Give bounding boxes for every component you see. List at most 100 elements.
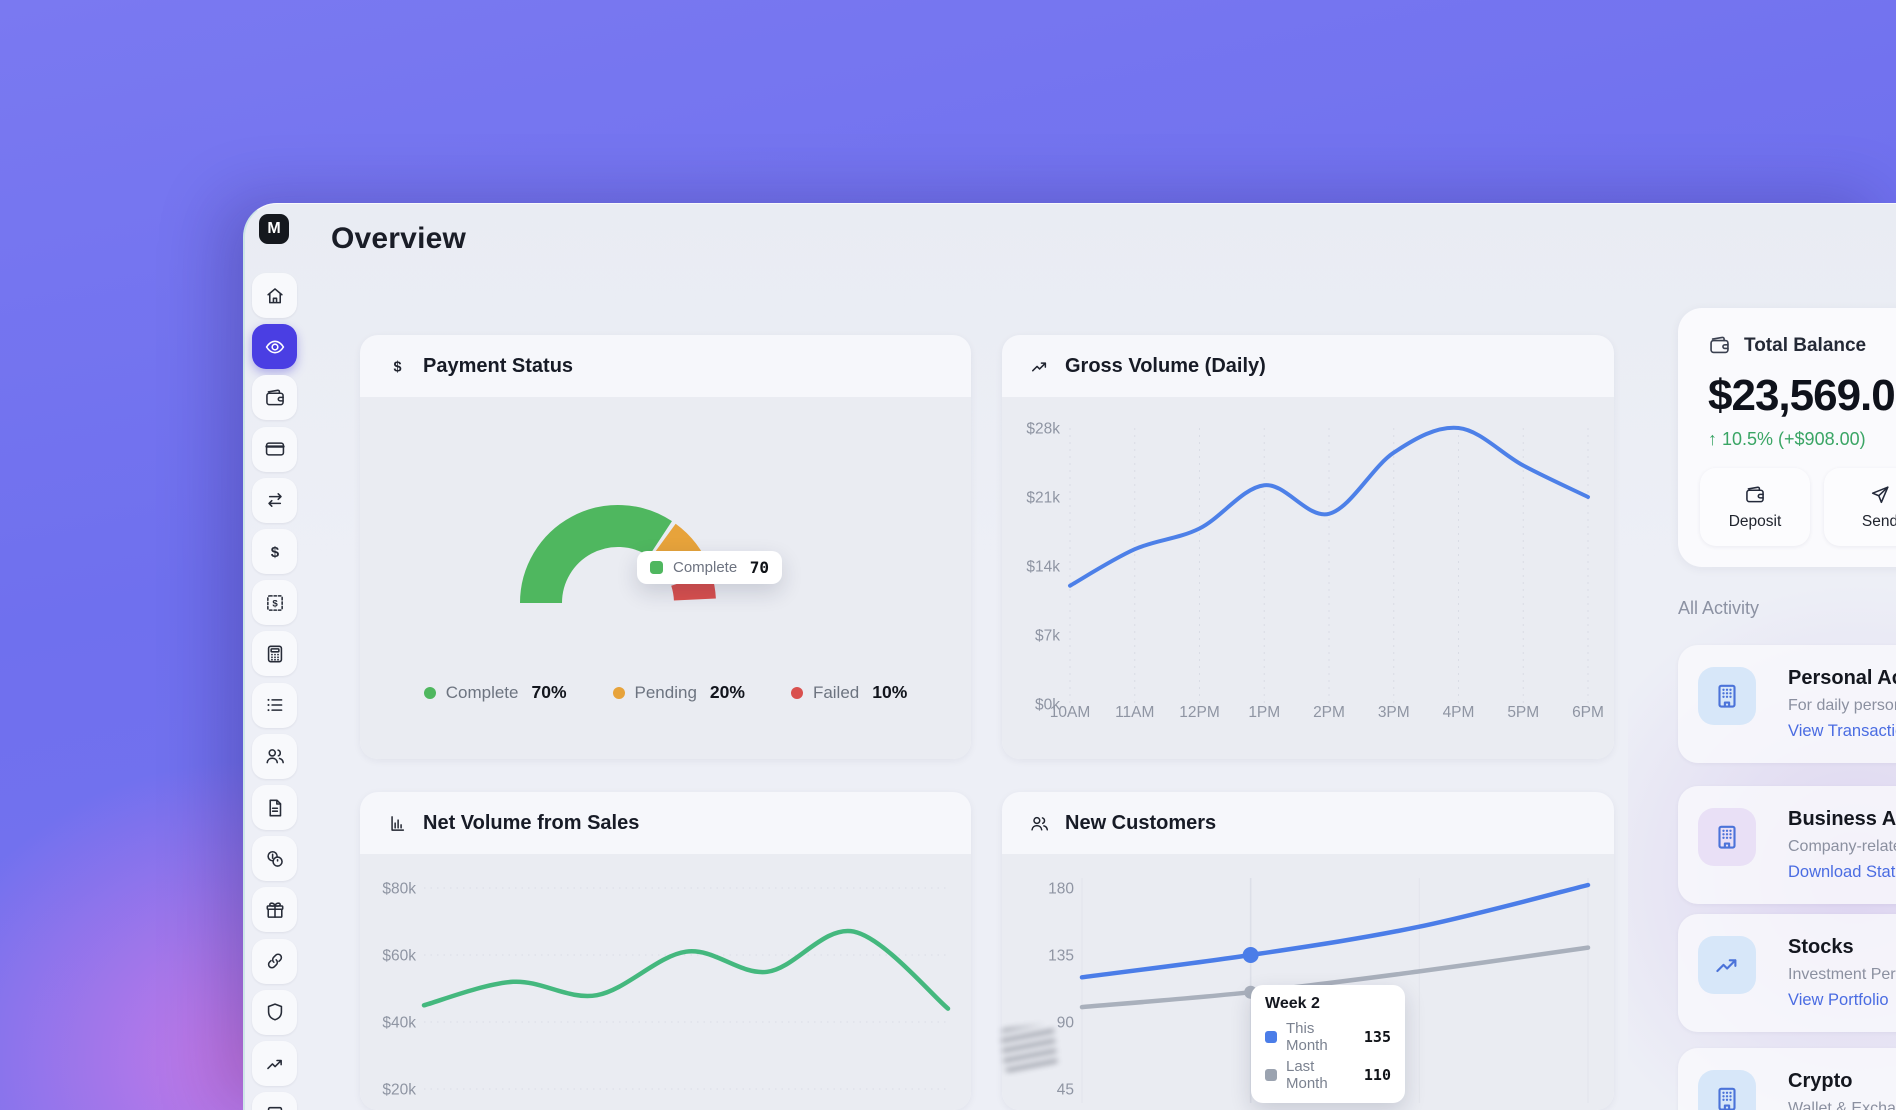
wallet-icon (264, 387, 286, 409)
gift-icon (264, 899, 286, 921)
sidebar-item-calculator[interactable] (252, 631, 297, 676)
payment-status-legend: Complete 70% Pending 20% Failed 10% (360, 682, 971, 703)
sidebar-item-devices[interactable] (252, 1092, 297, 1110)
sidebar-item-overview[interactable] (252, 324, 297, 369)
transfer-icon (264, 489, 286, 511)
activity-subtitle: For daily personal (1788, 697, 1896, 715)
activity-tile (1698, 667, 1756, 725)
sidebar-item-rewards[interactable] (252, 887, 297, 932)
activity-tile (1698, 1070, 1756, 1110)
svg-text:$: $ (270, 544, 279, 561)
sidebar-item-payments[interactable]: $ (252, 529, 297, 574)
tooltip-value: 70 (750, 558, 769, 577)
payment-status-title: Payment Status (423, 355, 573, 378)
activity-tile (1698, 936, 1756, 994)
sidebar-item-customers[interactable] (252, 734, 297, 779)
legend-label: Failed (813, 683, 859, 703)
invoice-icon: $ (264, 592, 286, 614)
new-customers-header: New Customers (1002, 792, 1614, 854)
net-volume-card: Net Volume from Sales $80k$60k$40k$20k (360, 792, 971, 1110)
building-icon (1712, 681, 1742, 711)
activity-card-business[interactable]: Business Account Company-related Download … (1678, 786, 1896, 904)
sidebar-item-security[interactable] (252, 990, 297, 1035)
legend-dot (791, 687, 803, 699)
eye-icon (264, 336, 286, 358)
legend-dot (613, 687, 625, 699)
sidebar-item-transfers[interactable] (252, 478, 297, 523)
legend-label: Pending (635, 683, 697, 703)
legend-dot (424, 687, 436, 699)
activity-card-crypto[interactable]: Crypto Wallet & Exchange (1678, 1048, 1896, 1110)
tooltip-week-title: Week 2 (1265, 995, 1391, 1013)
svg-text:$: $ (393, 359, 401, 375)
users-icon (264, 745, 286, 767)
link-icon (264, 950, 286, 972)
dollar-icon: $ (264, 541, 286, 563)
list-icon (264, 694, 286, 716)
home-icon (264, 285, 286, 307)
trend-icon (1029, 356, 1050, 377)
sidebar-item-invoices[interactable]: $ (252, 580, 297, 625)
activity-subtitle: Wallet & Exchange (1788, 1100, 1896, 1110)
activity-subtitle: Investment Performance (1788, 966, 1896, 984)
users-icon (1029, 813, 1050, 834)
deposit-button[interactable]: Deposit (1700, 468, 1810, 546)
gross-volume-title: Gross Volume (Daily) (1065, 355, 1266, 378)
send-button[interactable]: Send (1824, 468, 1896, 546)
gross-volume-card: Gross Volume (Daily) $28k$21k$14k$7k$0k1… (1002, 335, 1614, 759)
legend-item-failed: Failed 10% (791, 682, 907, 703)
activity-card-personal[interactable]: Personal AccountFor daily personalView T… (1678, 645, 1896, 763)
activity-link[interactable]: View Portfolio (1788, 991, 1889, 1010)
gross-volume-header: Gross Volume (Daily) (1002, 335, 1614, 397)
wallet-icon (1744, 484, 1766, 506)
new-customers-card: New Customers 1801359045 Week 2 This Mon… (1002, 792, 1614, 1110)
sidebar-item-documents[interactable] (252, 785, 297, 830)
payment-status-header: $ Payment Status (360, 335, 971, 397)
legend-item-complete: Complete 70% (424, 682, 567, 703)
document-icon (264, 797, 286, 819)
building-icon (1712, 822, 1742, 852)
gross-volume-body (1002, 397, 1614, 759)
sidebar-item-lists[interactable] (252, 683, 297, 728)
legend-value: 70% (531, 682, 566, 703)
dollar-icon: $ (387, 356, 408, 377)
device-icon (264, 1104, 286, 1110)
tooltip-label: Complete (673, 559, 737, 576)
sidebar-item-home[interactable] (252, 273, 297, 318)
payment-status-card: $ Payment Status Complete 70 Complete 70%… (360, 335, 971, 759)
activity-subtitle: Company-related (1788, 838, 1896, 856)
svg-text:$: $ (272, 598, 278, 609)
legend-label: Complete (446, 683, 519, 703)
sidebar-item-cards[interactable] (252, 427, 297, 472)
net-volume-header: Net Volume from Sales (360, 792, 971, 854)
tooltip-row-this-month: This Month135 (1265, 1020, 1391, 1054)
legend-value: 10% (872, 682, 907, 703)
payment-status-tooltip: Complete 70 (637, 551, 782, 584)
trend-icon (264, 1053, 286, 1075)
all-activity-heading: All Activity (1678, 598, 1759, 619)
activity-link[interactable]: Download Statement (1788, 863, 1896, 882)
balance-label: Total Balance (1744, 335, 1866, 357)
balance-amount: $23,569.00 (1708, 371, 1896, 421)
activity-card-stocks[interactable]: Stocks Investment Performance View Portfol… (1678, 914, 1896, 1032)
activity-title: Business Account (1788, 808, 1896, 831)
balance-delta: ↑ 10.5% (+$908.00) (1708, 429, 1896, 450)
activity-title: Crypto (1788, 1070, 1896, 1093)
activity-title: Stocks (1788, 936, 1896, 959)
app-logo[interactable]: M (259, 214, 289, 244)
shield-icon (264, 1001, 286, 1023)
activity-link[interactable]: View Transaction (1788, 722, 1896, 741)
legend-value: 20% (710, 682, 745, 703)
screen: M Overview $$ $ Payment Status Complete … (0, 0, 1896, 1110)
total-balance-card: Total Balance $23,569.00 ↑ 10.5% (+$908.… (1678, 308, 1896, 567)
sidebar-item-trends[interactable] (252, 1041, 297, 1086)
net-volume-title: Net Volume from Sales (423, 812, 639, 835)
trend-icon (1712, 950, 1742, 980)
sidebar-item-coins[interactable] (252, 836, 297, 881)
new-customers-title: New Customers (1065, 812, 1216, 835)
sidebar-item-links[interactable] (252, 939, 297, 984)
sidebar-item-wallet[interactable] (252, 375, 297, 420)
balance-header: Total Balance (1708, 334, 1896, 357)
legend-item-pending: Pending 20% (613, 682, 745, 703)
activity-tile (1698, 808, 1756, 866)
